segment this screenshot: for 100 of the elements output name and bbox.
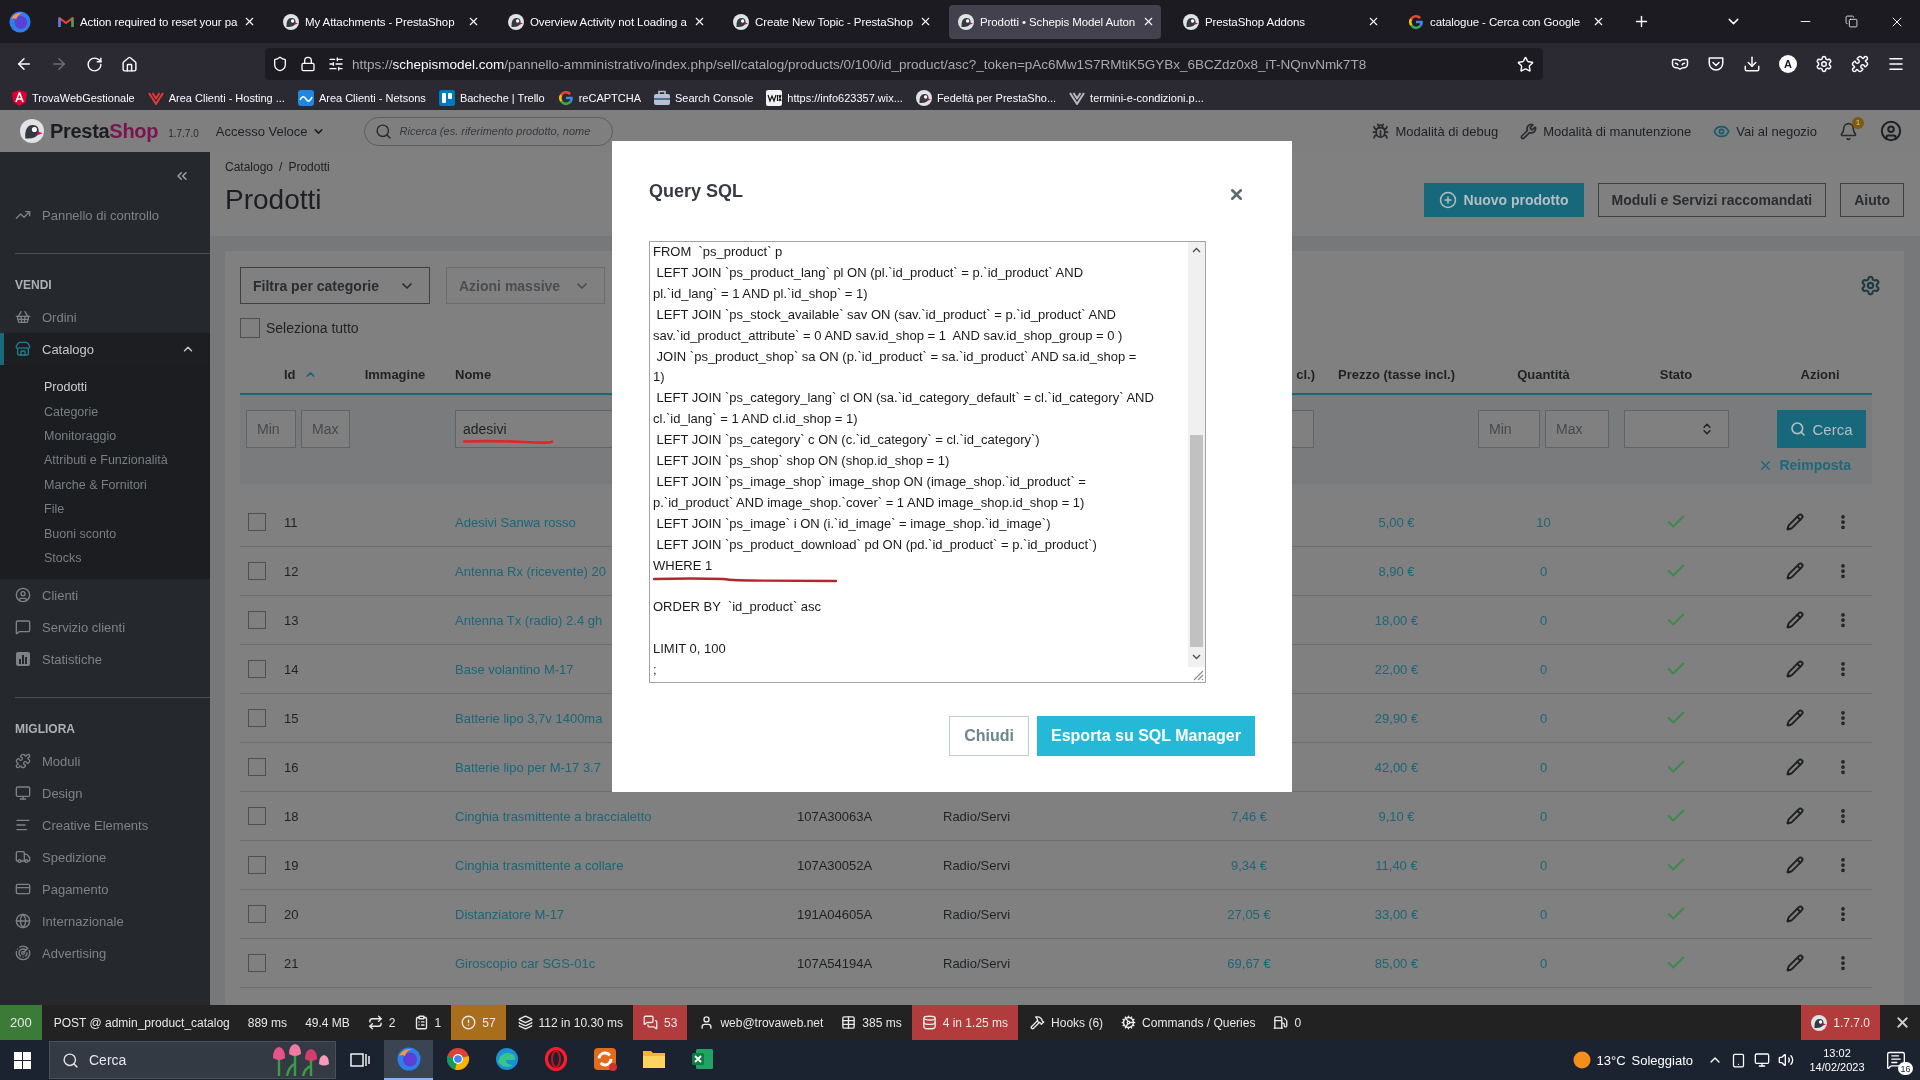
breadcrumb-link[interactable]: Prodotti [288, 160, 330, 174]
toolbar-item[interactable]: Hooks (6) [1022, 1005, 1112, 1040]
restore-icon[interactable] [1844, 15, 1858, 28]
toolbar-item[interactable]: Commands / Queries [1113, 1005, 1264, 1040]
toolbar-item[interactable]: 0 [1265, 1005, 1310, 1040]
submenu-item[interactable]: Marche & Fornitori [0, 472, 210, 497]
bookmark[interactable]: Fedeltà per PrestaSho... [915, 89, 1057, 106]
pocket-icon[interactable] [1707, 55, 1725, 73]
row-checkbox[interactable] [248, 709, 266, 727]
close-icon[interactable] [1367, 15, 1380, 28]
home-icon[interactable] [120, 55, 138, 73]
search-field[interactable]: Cerca [49, 1041, 336, 1079]
header-link[interactable]: Vai al negozio [1713, 122, 1817, 140]
lock-icon[interactable] [300, 56, 316, 72]
bookmark[interactable]: Area Clienti - Hosting ... [147, 90, 285, 105]
filter-field[interactable]: Max [301, 410, 350, 448]
dialog-button[interactable]: Chiudi [949, 716, 1029, 756]
sidebar-item[interactable]: Moduli [0, 745, 210, 778]
dialog-button[interactable]: Esporta su SQL Manager [1037, 716, 1255, 756]
search-button[interactable]: Cerca [1777, 410, 1866, 448]
pencil-icon[interactable] [1786, 807, 1804, 825]
pencil-icon[interactable] [1786, 856, 1804, 874]
row-checkbox[interactable] [248, 660, 266, 678]
bookmark[interactable]: termini-e-condizioni.p... [1069, 90, 1204, 105]
browser-tab[interactable]: catalogue - Cerca con Google [1399, 4, 1611, 39]
forward-arrow-icon[interactable] [50, 55, 68, 73]
filter-field[interactable]: adesivi [455, 410, 614, 448]
toolbar-item[interactable]: 1 [405, 1005, 450, 1040]
bookmark[interactable]: Search Console [654, 90, 754, 105]
submenu-item[interactable]: Attributi e Funzionalità [0, 448, 210, 473]
gear-icon[interactable] [1815, 55, 1833, 73]
checkbox[interactable] [240, 318, 260, 338]
plus-icon[interactable] [1633, 13, 1650, 30]
submenu-item[interactable]: Prodotti [0, 375, 210, 400]
pencil-icon[interactable] [1786, 954, 1804, 972]
row-checkbox[interactable] [248, 611, 266, 629]
sliders-icon[interactable] [328, 56, 344, 72]
bookmark[interactable]: reCAPTCHA [557, 89, 641, 106]
browser-tab[interactable]: Overview Activity not Loading a [499, 4, 711, 39]
browser-tab[interactable]: Action required to reset your pa [49, 4, 261, 39]
toolbar-item[interactable]: 57 [451, 1005, 506, 1040]
toolbar-item[interactable]: web@trovaweb.net [691, 1005, 832, 1040]
submenu-item[interactable]: Stocks [0, 545, 210, 571]
toolbar-item[interactable]: 112 in 10.30 ms [509, 1005, 632, 1040]
address-field[interactable]: https://schepismodel.com/pannello-amministrativo/index.php/sell/catalog/products/0/100/id_product/asc?_token=pAc6Mw1S7RMtiK5GYBx_6BCZdz0x8_iT-NQnvNmk7T8 [265, 48, 1543, 80]
browser-tab[interactable]: My Attachments - PrestaShop [274, 4, 486, 39]
close-icon[interactable] [1592, 15, 1605, 28]
download-icon[interactable] [1743, 55, 1761, 73]
row-checkbox[interactable] [248, 954, 266, 972]
windows-logo-icon[interactable] [13, 1051, 31, 1069]
browser-tab[interactable]: PrestaShop Addons [1174, 4, 1386, 39]
breadcrumb-link[interactable]: Catalogo [225, 160, 274, 174]
row-checkbox[interactable] [248, 856, 266, 874]
settings-icon[interactable] [1860, 275, 1881, 296]
menu-icon[interactable] [1887, 55, 1905, 73]
toolbar-item[interactable]: 385 ms [833, 1005, 910, 1040]
row-checkbox[interactable] [248, 513, 266, 531]
sidebar-item[interactable]: Design [0, 777, 210, 810]
close-icon[interactable] [467, 15, 480, 28]
row-checkbox[interactable] [248, 562, 266, 580]
pencil-icon[interactable] [1786, 562, 1804, 580]
star-icon[interactable] [1517, 55, 1534, 73]
header-button[interactable]: Moduli e Servizi raccomandati [1597, 183, 1827, 217]
sidebar-item[interactable]: Pannello di controllo [0, 199, 210, 231]
row-checkbox[interactable] [248, 807, 266, 825]
header-link[interactable]: Modalità di manutenzione [1520, 122, 1692, 140]
pencil-icon[interactable] [1786, 660, 1804, 678]
sidebar-item[interactable]: Clienti [0, 579, 210, 612]
submenu-item[interactable]: Buoni sconto [0, 521, 210, 546]
speaker-icon[interactable] [1778, 1052, 1794, 1068]
header-button[interactable]: Nuovo prodotto [1423, 183, 1584, 217]
header-link[interactable]: Modalità di debug [1372, 122, 1499, 140]
sidebar-item[interactable]: Pagamento [0, 873, 210, 906]
toolbar-item[interactable]: 2 [359, 1005, 404, 1040]
orb-logo-icon[interactable] [9, 10, 31, 33]
row-checkbox[interactable] [248, 758, 266, 776]
bookmark[interactable]: https://info623357.wix... [766, 89, 903, 106]
sidebar-item[interactable]: Ordini [0, 301, 210, 333]
avatar-icon[interactable] [1880, 120, 1902, 142]
pencil-icon[interactable] [1786, 611, 1804, 629]
sidebar-item[interactable]: Catalogo [0, 333, 210, 365]
bell-icon[interactable] [1839, 121, 1858, 141]
pencil-icon[interactable] [1786, 758, 1804, 776]
account-button[interactable]: A [1779, 55, 1797, 73]
close-icon[interactable] [1142, 15, 1155, 28]
toolbar-item[interactable]: 1.7.7.0 [1801, 1005, 1880, 1040]
pencil-icon[interactable] [1786, 709, 1804, 727]
bookmark[interactable]: Bacheche | Trello [438, 89, 545, 106]
tablet-icon[interactable] [1731, 1052, 1746, 1068]
filter-field[interactable]: Min [1478, 410, 1540, 448]
task-view-icon[interactable] [350, 1051, 370, 1069]
browser-tab[interactable]: Create New Topic - PrestaShop [724, 4, 936, 39]
browser-tab[interactable]: Prodotti • Schepis Model Auton [949, 4, 1161, 39]
submenu-item[interactable]: Categorie [0, 399, 210, 424]
sidebar-item[interactable]: Spedizione [0, 841, 210, 874]
bookmark[interactable]: TrovaWebGestionale [12, 89, 135, 106]
puzzle-icon[interactable] [1851, 55, 1869, 73]
bookmark[interactable]: Area Clienti - Netsons [297, 89, 426, 106]
pencil-icon[interactable] [1786, 905, 1804, 923]
reload-icon[interactable] [85, 55, 103, 73]
